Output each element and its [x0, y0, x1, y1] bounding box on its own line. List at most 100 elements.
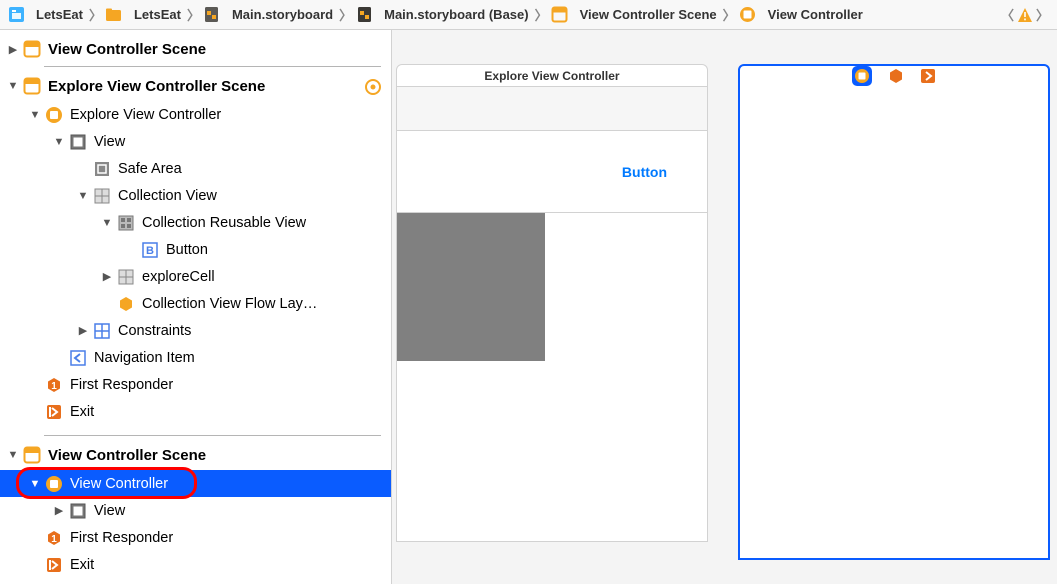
disclosure-down-icon[interactable]: ▼ [6, 80, 20, 92]
canvas-scene-dock [740, 66, 1048, 88]
scene-title: Explore View Controller Scene [48, 78, 265, 95]
row-label: Exit [70, 404, 94, 420]
document-outline[interactable]: ▶ View Controller Scene ▼ Explore View C… [0, 30, 392, 584]
chevron-right-icon: 〉 [535, 5, 548, 24]
outline-row[interactable]: ▼ 1 First Responder [0, 371, 391, 398]
viewcontroller-icon [738, 5, 758, 25]
disclosure-down-icon[interactable]: ▼ [28, 478, 42, 490]
disclosure-right-icon[interactable]: ▶ [100, 270, 114, 283]
viewcontroller-icon[interactable] [852, 66, 872, 89]
main-split: ▶ View Controller Scene ▼ Explore View C… [0, 30, 1057, 584]
scene-icon [22, 76, 42, 96]
canvas-header-cell[interactable]: Button [397, 131, 707, 213]
history-back-button[interactable]: 〈 [1001, 5, 1014, 24]
canvas-scene-selected[interactable] [738, 64, 1050, 560]
crumb-label: Main.storyboard [232, 7, 333, 22]
svg-text:B: B [146, 245, 154, 257]
firstresponder-icon: 1 [44, 528, 64, 548]
outline-row[interactable]: ▼ Explore View Controller [0, 101, 391, 128]
disclosure-down-icon[interactable]: ▼ [6, 449, 20, 461]
constraints-icon [92, 321, 112, 341]
canvas-scene-explore[interactable]: Explore View Controller Button [396, 64, 708, 542]
firstresponder-icon[interactable] [888, 68, 904, 87]
crumb-label: LetsEat [36, 7, 83, 22]
project-icon [6, 5, 26, 25]
crumb-folder[interactable]: LetsEat [104, 5, 181, 25]
viewcontroller-icon [44, 474, 64, 494]
outline-row[interactable]: ▼ Navigation Item [0, 344, 391, 371]
row-label: View [94, 134, 125, 150]
crumb-label: Main.storyboard (Base) [384, 7, 528, 22]
row-label: Button [166, 242, 208, 258]
canvas-view[interactable] [740, 88, 1048, 558]
crumb-storyboard-base[interactable]: Main.storyboard (Base) [354, 5, 528, 25]
outline-row[interactable]: ▼ Collection View [0, 182, 391, 209]
divider [44, 435, 381, 436]
disclosure-right-icon[interactable]: ▶ [76, 324, 90, 337]
scene-title: View Controller Scene [48, 41, 206, 58]
scene-icon [22, 445, 42, 465]
canvas-button[interactable]: Button [622, 164, 667, 180]
exit-icon [44, 402, 64, 422]
outline-row[interactable]: ▼ Exit [0, 551, 391, 578]
firstresponder-icon: 1 [44, 375, 64, 395]
row-label: Collection Reusable View [142, 215, 306, 231]
row-label: View [94, 503, 125, 519]
view-icon [68, 132, 88, 152]
row-label: Constraints [118, 323, 191, 339]
outline-row[interactable]: ▶ exploreCell [0, 263, 391, 290]
crumb-label: View Controller Scene [580, 7, 717, 22]
canvas-scene-title: Explore View Controller [397, 65, 707, 87]
chevron-right-icon: 〉 [187, 5, 200, 24]
canvas-statusbar [397, 87, 707, 131]
row-label: Collection View [118, 188, 217, 204]
outline-row[interactable]: ▼ Safe Area [0, 155, 391, 182]
chevron-right-icon: 〉 [89, 5, 102, 24]
divider [44, 66, 381, 67]
row-label: exploreCell [142, 269, 215, 285]
crumb-storyboard[interactable]: Main.storyboard [202, 5, 333, 25]
scene-header[interactable]: ▼ View Controller Scene [0, 440, 391, 470]
button-icon: B [140, 240, 160, 260]
scene-title: View Controller Scene [48, 447, 206, 464]
outline-row[interactable]: ▶ Constraints [0, 317, 391, 344]
scene-header[interactable]: ▼ Explore View Controller Scene [0, 71, 391, 101]
canvas[interactable]: Explore View Controller Button [392, 30, 1057, 584]
svg-text:1: 1 [51, 381, 57, 392]
outline-row[interactable]: ▼ 1 First Responder [0, 524, 391, 551]
disclosure-down-icon[interactable]: ▼ [76, 190, 90, 202]
breadcrumb: LetsEat 〉 LetsEat 〉 Main.storyboard 〉 Ma… [0, 0, 1057, 30]
row-label: Navigation Item [94, 350, 195, 366]
scene-icon [22, 39, 42, 59]
navitem-icon [68, 348, 88, 368]
history-forward-button[interactable]: 〉 [1036, 5, 1049, 24]
canvas-explore-cell[interactable] [397, 213, 545, 361]
svg-text:1: 1 [51, 534, 57, 545]
safearea-icon [92, 159, 112, 179]
disclosure-right-icon[interactable]: ▶ [52, 504, 66, 517]
outline-row[interactable]: ▼ Collection Reusable View [0, 209, 391, 236]
disclosure-down-icon[interactable]: ▼ [100, 217, 114, 229]
outline-row[interactable]: ▶ View [0, 497, 391, 524]
row-label: Safe Area [118, 161, 182, 177]
disclosure-right-icon[interactable]: ▶ [6, 43, 20, 56]
crumb-project[interactable]: LetsEat [6, 5, 83, 25]
exit-icon[interactable] [920, 68, 936, 87]
outline-row[interactable]: ▼ B Button [0, 236, 391, 263]
disclosure-down-icon[interactable]: ▼ [52, 136, 66, 148]
initial-scene-icon[interactable] [365, 79, 381, 95]
outline-row[interactable]: ▼ Exit [0, 398, 391, 425]
crumb-scene[interactable]: View Controller Scene [550, 5, 717, 25]
outline-row[interactable]: ▼ Collection View Flow Lay… [0, 290, 391, 317]
disclosure-down-icon[interactable]: ▼ [28, 109, 42, 121]
row-label: First Responder [70, 377, 173, 393]
warning-icon[interactable] [1016, 6, 1034, 24]
crumb-label: LetsEat [134, 7, 181, 22]
outline-row[interactable]: ▼ View [0, 128, 391, 155]
outline-row-selected[interactable]: ▼ View Controller [0, 470, 391, 497]
reusableview-icon [116, 213, 136, 233]
scene-icon [550, 5, 570, 25]
scene-header[interactable]: ▶ View Controller Scene [0, 34, 391, 64]
collectionview-icon [92, 186, 112, 206]
crumb-viewcontroller[interactable]: View Controller [738, 5, 863, 25]
